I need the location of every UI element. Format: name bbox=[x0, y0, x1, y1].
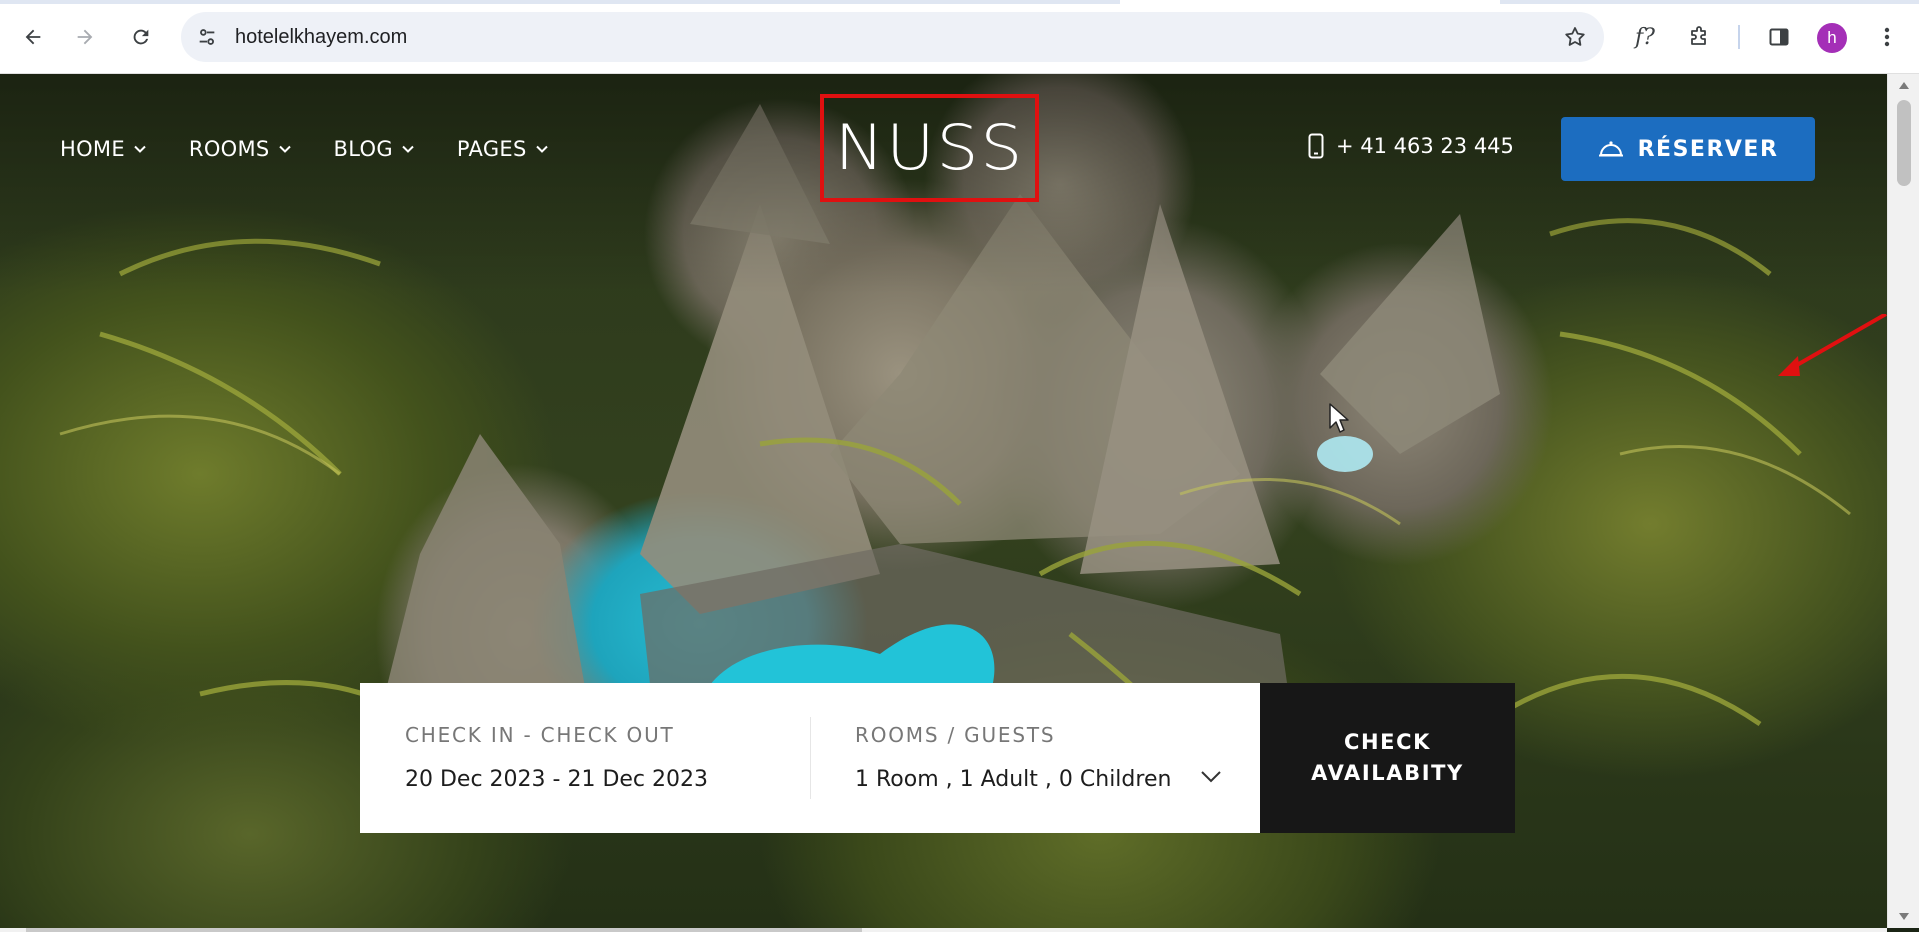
chevron-down-icon bbox=[278, 142, 292, 156]
url-text[interactable]: hotelelkhayem.com bbox=[235, 26, 407, 49]
reload-icon bbox=[133, 29, 149, 45]
nav-pages-label: PAGES bbox=[456, 137, 527, 161]
phone-number: + 41 463 23 445 bbox=[1336, 134, 1514, 158]
annotation-arrow bbox=[1778, 314, 1887, 376]
horizontal-scrollbar-thumb[interactable] bbox=[26, 928, 862, 932]
main-nav: HOME ROOMS BLOG PAGES bbox=[60, 134, 591, 164]
nav-blog-label: BLOG bbox=[333, 137, 393, 161]
chevron-down-icon bbox=[535, 142, 549, 156]
vertical-scrollbar-thumb[interactable] bbox=[1897, 100, 1911, 186]
site-logo: NUSS bbox=[834, 110, 1025, 185]
nav-pages[interactable]: PAGES bbox=[457, 134, 549, 164]
browser-toolbar: hotelelkhayem.com f? h bbox=[0, 0, 1919, 74]
nav-rooms-label: ROOMS bbox=[188, 137, 270, 161]
phone-contact[interactable]: + 41 463 23 445 bbox=[1308, 133, 1514, 159]
vertical-scrollbar[interactable] bbox=[1887, 74, 1919, 928]
chevron-down-icon bbox=[133, 142, 147, 156]
smartphone-icon bbox=[1308, 133, 1324, 159]
site-logo-link[interactable]: NUSS bbox=[820, 94, 1039, 202]
kebab-menu-icon bbox=[1884, 27, 1890, 47]
rooms-guests-field[interactable]: ROOMS / GUESTS 1 Room , 1 Adult , 0 Chil… bbox=[810, 683, 1260, 833]
nav-home[interactable]: HOME bbox=[60, 134, 147, 164]
browser-menu-button[interactable] bbox=[1869, 19, 1905, 55]
tab-strip bbox=[0, 0, 1919, 4]
address-bar[interactable]: hotelelkhayem.com bbox=[181, 12, 1604, 62]
site-info-button[interactable] bbox=[195, 25, 219, 49]
side-panel-button[interactable] bbox=[1761, 19, 1797, 55]
reserve-button-label: RÉSERVER bbox=[1637, 136, 1779, 162]
nav-home-label: HOME bbox=[60, 137, 125, 161]
check-availability-button[interactable]: CHECK AVAILABITY bbox=[1260, 683, 1515, 833]
date-range-value[interactable]: 20 Dec 2023 - 21 Dec 2023 bbox=[405, 767, 810, 792]
horizontal-scrollbar[interactable] bbox=[0, 928, 1887, 932]
chevron-down-icon bbox=[401, 142, 415, 156]
rooms-guests-label: ROOMS / GUESTS bbox=[855, 723, 1056, 747]
star-icon bbox=[1565, 27, 1585, 46]
date-range-field[interactable]: CHECK IN - CHECK OUT 20 Dec 2023 - 21 De… bbox=[360, 683, 810, 833]
extensions-button[interactable] bbox=[1681, 19, 1717, 55]
bell-icon bbox=[1598, 141, 1623, 157]
scroll-down-arrow-icon[interactable] bbox=[1897, 912, 1911, 922]
check-availability-label: CHECK AVAILABITY bbox=[1311, 727, 1464, 790]
tune-icon bbox=[199, 29, 215, 45]
formula-extension-button[interactable]: f? bbox=[1627, 19, 1663, 55]
page-viewport: HOME ROOMS BLOG PAGES NUSS + 41 463 23 4… bbox=[0, 74, 1887, 928]
check-availability-line1: CHECK bbox=[1343, 729, 1432, 754]
chevron-down-icon[interactable] bbox=[1200, 769, 1222, 783]
booking-form: CHECK IN - CHECK OUT 20 Dec 2023 - 21 De… bbox=[360, 683, 1515, 833]
back-button[interactable] bbox=[15, 19, 51, 55]
profile-avatar[interactable]: h bbox=[1817, 23, 1847, 53]
arrow-left-icon bbox=[25, 29, 41, 45]
mouse-cursor-icon bbox=[1329, 403, 1349, 433]
forward-button[interactable] bbox=[67, 19, 103, 55]
scroll-up-arrow-icon[interactable] bbox=[1897, 80, 1911, 90]
fx-icon: f? bbox=[1635, 24, 1655, 50]
reload-button[interactable] bbox=[123, 19, 159, 55]
date-range-label: CHECK IN - CHECK OUT bbox=[405, 723, 675, 747]
side-panel-icon bbox=[1769, 28, 1789, 46]
bookmark-button[interactable] bbox=[1562, 24, 1588, 50]
nav-blog[interactable]: BLOG bbox=[334, 134, 415, 164]
nav-rooms[interactable]: ROOMS bbox=[189, 134, 292, 164]
toolbar-divider bbox=[1738, 25, 1740, 49]
check-availability-line2: AVAILABITY bbox=[1311, 761, 1464, 785]
arrow-right-icon bbox=[77, 29, 93, 45]
reserve-button[interactable]: RÉSERVER bbox=[1561, 117, 1815, 181]
puzzle-icon bbox=[1691, 26, 1706, 45]
